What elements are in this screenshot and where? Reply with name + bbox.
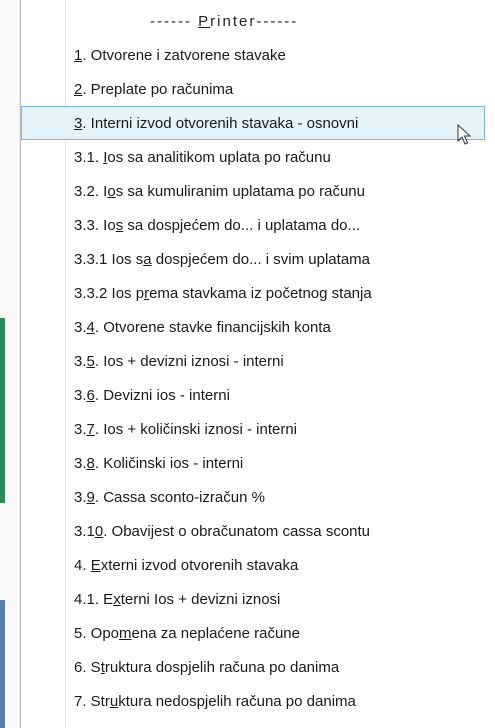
background-window-accent-lower	[0, 600, 5, 728]
menu-item[interactable]: 3. Interni izvod otvorenih stavaka - osn…	[21, 106, 485, 140]
menu-item[interactable]: 3.2. Ios sa kumuliranim uplatama po raču…	[21, 174, 485, 208]
menu-item-label-prefix: ------	[150, 13, 199, 30]
menu-item[interactable]: 3.3.1 Ios sa dospjećem do... i svim upla…	[21, 242, 485, 276]
menu-item-label: s sa kumuliranim uplatama po računu	[115, 183, 365, 200]
menu-item[interactable]: 3.3. Ios sa dospjećem do... i uplatama d…	[21, 208, 485, 242]
menu-item[interactable]: 7. Struktura nedospjelih računa po danim…	[21, 684, 485, 718]
menu-item-accelerator-key: 5	[86, 353, 95, 370]
menu-header-printer: ------ Printer------	[21, 4, 485, 38]
menu-item-label-prefix: 3.1.	[74, 149, 104, 166]
background-window-accent	[0, 318, 5, 503]
menu-item-accelerator-key: u	[109, 693, 119, 710]
menu-item-label: . Količinski ios - interni	[94, 455, 244, 472]
menu-item-accelerator-key: 6	[86, 387, 95, 404]
menu-item-accelerator-key: 9	[86, 489, 95, 506]
menu-item-label-prefix: 4.	[74, 557, 91, 574]
menu-item[interactable]: 3.6. Devizni ios - interni	[21, 378, 485, 412]
menu-item-label-prefix: 6. S	[74, 659, 101, 676]
menu-item-label: . Cassa sconto-izračun %	[94, 489, 265, 506]
menu-item-label-prefix: 3.	[74, 387, 87, 404]
menu-item-label-prefix: 4.1. E	[74, 591, 114, 608]
menu-item[interactable]: 2. Preplate po računima	[21, 72, 485, 106]
menu-item[interactable]: 6. Struktura dospjelih računa po danima	[21, 650, 485, 684]
menu-item-label: os sa analitikom uplata po računu	[107, 149, 331, 166]
menu-item[interactable]: 3.4. Otvorene stavke financijskih konta	[21, 310, 485, 344]
menu-item-label: sa dospjećem do... i uplatama do...	[123, 217, 361, 234]
menu-item-label: . Otvorene i zatvorene stavake	[82, 47, 286, 64]
menu-item[interactable]: 8. Dospjeli i nedospjeli računi	[21, 718, 485, 728]
menu-item[interactable]: 5. Opomena za neplaćene račune	[21, 616, 485, 650]
menu-item-accelerator-key: 7	[86, 421, 95, 438]
menu-item-accelerator-key: E	[90, 557, 101, 574]
menu-item-label-prefix: 3.3.2 Ios p	[74, 285, 145, 302]
menu-item-accelerator-key: m	[119, 625, 132, 642]
menu-item-accelerator-key: x	[113, 591, 121, 608]
arrow-cursor-icon	[457, 124, 472, 145]
menu-item-label: dospjećem do... i svim uplatama	[151, 251, 370, 268]
menu-item-accelerator-key: 0	[94, 523, 104, 540]
menu-item-label: rinter------	[210, 13, 299, 30]
menu-item-label-prefix: 7. Str	[74, 693, 110, 710]
menu-item-accelerator-key: P	[198, 13, 211, 30]
menu-item-label: ruktura dospjelih računa po danima	[104, 659, 340, 676]
menu-item-label-prefix: 3.2. I	[74, 183, 108, 200]
menu-item-label-prefix: 3.	[74, 489, 87, 506]
menu-item-label: . Obavijest o obračunatom cassa scontu	[103, 523, 371, 540]
menu-item-accelerator-key: 8	[86, 455, 95, 472]
menu-item[interactable]: 4.1. Externi Ios + devizni iznosi	[21, 582, 485, 616]
menu-item[interactable]: 3.1. Ios sa analitikom uplata po računu	[21, 140, 485, 174]
menu-item[interactable]: 3.9. Cassa sconto-izračun %	[21, 480, 485, 514]
menu-item-label: . Interni izvod otvorenih stavaka - osno…	[82, 115, 359, 132]
menu-item-label: . Ios + devizni iznosi - interni	[94, 353, 284, 370]
menu-item-label-prefix: 3.3.1 Ios s	[74, 251, 144, 268]
menu-item-label: . Devizni ios - interni	[94, 387, 230, 404]
menu-item[interactable]: 1. Otvorene i zatvorene stavake	[21, 38, 485, 72]
menu-item-label: ema stavkama iz početnog stanja	[149, 285, 372, 302]
menu-item-label: terni Ios + devizni iznosi	[120, 591, 281, 608]
menu-item[interactable]: 4. Externi izvod otvorenih stavaka	[21, 548, 485, 582]
menu-item[interactable]: 3.3.2 Ios prema stavkama iz početnog sta…	[21, 276, 485, 310]
menu-item-label: ktura nedospjelih računa po danima	[118, 693, 356, 710]
menu-item[interactable]: 3.10. Obavijest o obračunatom cassa scon…	[21, 514, 485, 548]
menu-item-label: . Ios + količinski iznosi - interni	[94, 421, 298, 438]
menu-item-label: ena za neplaćene račune	[131, 625, 300, 642]
menu-item-label-prefix: 3.3. Io	[74, 217, 116, 234]
menu-item-label: . Otvorene stavke financijskih konta	[94, 319, 331, 336]
menu-item-accelerator-key: a	[143, 251, 152, 268]
menu-item-label-prefix: 3.	[74, 319, 87, 336]
menu-item[interactable]: 3.8. Količinski ios - interni	[21, 446, 485, 480]
menu-item-label-prefix: 3.	[74, 421, 87, 438]
menu-item-accelerator-key: 4	[86, 319, 95, 336]
menu-item-label: . Preplate po računima	[82, 81, 234, 98]
printer-context-menu: ------ Printer------ 1. Otvorene i zatvor…	[20, 0, 495, 728]
menu-item-list: ------ Printer------ 1. Otvorene i zatvor…	[21, 4, 495, 728]
screen: ------ Printer------ 1. Otvorene i zatvor…	[0, 0, 495, 728]
menu-item-label-prefix: 3.	[74, 353, 87, 370]
menu-item-label-prefix: 5. Opo	[74, 625, 120, 642]
menu-item-label-prefix: 3.	[74, 455, 87, 472]
menu-item-accelerator-key: o	[107, 183, 116, 200]
menu-item-label-prefix: 3.1	[74, 523, 95, 540]
menu-item[interactable]: 3.5. Ios + devizni iznosi - interni	[21, 344, 485, 378]
menu-item[interactable]: 3.7. Ios + količinski iznosi - interni	[21, 412, 485, 446]
menu-item-label: xterni izvod otvorenih stavaka	[100, 557, 299, 574]
